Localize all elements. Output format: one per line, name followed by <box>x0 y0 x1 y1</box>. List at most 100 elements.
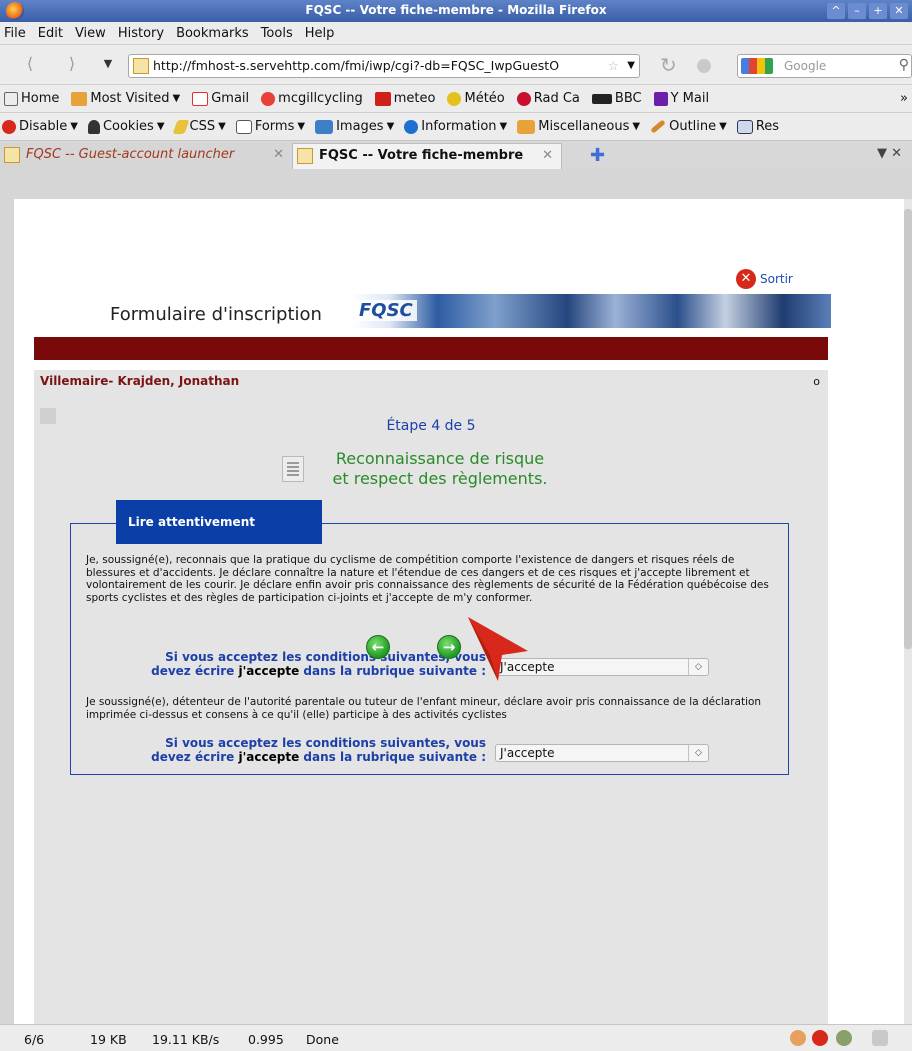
url-input[interactable]: http://fmhost-s.servehttp.com/fmi/iwp/cg… <box>128 54 640 78</box>
dev-resize[interactable]: Res <box>736 119 779 134</box>
exit-icon: ✕ <box>736 269 756 289</box>
window-maximize-icon[interactable]: + <box>869 3 887 19</box>
window-title: FQSC -- Votre fiche-membre - Mozilla Fir… <box>305 3 607 17</box>
status-count: 6/6 <box>24 1032 45 1047</box>
dev-images[interactable]: Images ▼ <box>315 119 394 134</box>
resize-grip-icon[interactable] <box>872 1030 888 1046</box>
chevron-down-icon: ▼ <box>218 121 226 132</box>
bookmark-meteo-accent[interactable]: Météo <box>447 91 505 106</box>
resize-icon <box>736 119 753 134</box>
tab-close-icon[interactable]: ✕ <box>542 144 553 168</box>
radio-canada-icon <box>516 91 531 106</box>
dev-cookies[interactable]: Cookies ▼ <box>87 119 165 134</box>
search-engine-icon[interactable] <box>741 58 773 74</box>
status-state: Done <box>306 1032 339 1047</box>
weather-icon <box>447 91 462 106</box>
forward-button[interactable]: ⟩ <box>60 54 84 76</box>
menu-view[interactable]: View <box>75 26 106 41</box>
tab-list-icon[interactable]: ▼ ✕ <box>877 146 902 161</box>
tab-close-icon[interactable]: ✕ <box>273 143 284 167</box>
menu-bookmarks[interactable]: Bookmarks <box>176 26 249 41</box>
addon-icon[interactable] <box>790 1030 806 1046</box>
back-button[interactable]: ⟨ <box>18 54 42 76</box>
information-icon <box>404 119 419 134</box>
sortir-label: Sortir <box>760 272 793 286</box>
dev-css[interactable]: CSS ▼ <box>171 119 226 134</box>
dev-forms[interactable]: Forms ▼ <box>235 119 306 134</box>
previous-step-button[interactable]: ← <box>366 635 390 659</box>
fmhost-favicon-icon <box>297 148 313 164</box>
url-text: http://fmhost-s.servehttp.com/fmi/iwp/cg… <box>153 58 560 73</box>
bookmark-mcgillcycling[interactable]: mcgillcycling <box>261 91 363 106</box>
dev-disable[interactable]: Disable ▼ <box>2 119 78 134</box>
step-indicator: Étape 4 de 5 <box>386 418 476 434</box>
fqsc-banner: FQSC <box>351 294 831 328</box>
window-close-icon[interactable]: ✕ <box>890 3 908 19</box>
window-minimize-icon[interactable]: – <box>848 3 866 19</box>
disable-icon <box>2 119 16 134</box>
history-dropdown-icon[interactable]: ▼ <box>96 57 120 79</box>
chevron-down-icon: ▼ <box>632 121 641 132</box>
dev-outline[interactable]: Outline ▼ <box>650 119 727 134</box>
form-content: Villemaire- Krajden, Jonathan o Étape 4 … <box>34 370 828 1024</box>
url-dropdown-icon[interactable]: ▼ <box>627 55 635 77</box>
form-title: Formulaire d'inscription <box>110 304 322 325</box>
acceptance-question-1: Si vous acceptez les conditions suivante… <box>151 650 486 678</box>
chevron-down-icon: ▼ <box>297 121 306 132</box>
fmhost-favicon-icon <box>4 147 20 163</box>
images-icon <box>315 119 334 134</box>
menu-edit[interactable]: Edit <box>38 26 63 41</box>
menu-file[interactable]: File <box>4 26 26 41</box>
chevron-down-icon: ▼ <box>386 121 395 132</box>
menu-help[interactable]: Help <box>305 26 335 41</box>
search-icon[interactable]: ⚲ <box>899 57 909 73</box>
stop-icon[interactable] <box>697 59 711 73</box>
css-icon <box>171 119 190 134</box>
folder-icon <box>71 91 88 106</box>
member-name: Villemaire- Krajden, Jonathan <box>40 374 240 388</box>
search-placeholder: Google <box>784 59 827 73</box>
adblock-icon[interactable] <box>812 1030 828 1046</box>
bookmark-ymail[interactable]: Y Mail <box>653 91 709 106</box>
conditions-box: Lire attentivement Je, soussigné(e), rec… <box>70 500 789 775</box>
bookmark-home[interactable]: Home <box>4 91 59 106</box>
acceptance-question-2: Si vous acceptez les conditions suivante… <box>151 736 486 764</box>
dev-information[interactable]: Information ▼ <box>404 119 507 134</box>
status-size: 19 KB <box>90 1032 127 1047</box>
new-tab-icon[interactable]: ✚ <box>590 145 605 166</box>
header-red-bar <box>34 337 828 360</box>
vertical-scrollbar[interactable] <box>904 199 912 1024</box>
dev-miscellaneous[interactable]: Miscellaneous ▼ <box>517 119 640 134</box>
bookmark-meteo[interactable]: meteo <box>374 91 435 106</box>
menu-tools[interactable]: Tools <box>261 26 293 41</box>
bookmark-radio-canada[interactable]: Rad Ca <box>516 91 580 106</box>
reload-icon[interactable]: ↻ <box>660 53 677 77</box>
bookmark-most-visited[interactable]: Most Visited ▼ <box>71 91 180 106</box>
bbc-icon <box>591 93 612 104</box>
mcgill-icon <box>261 91 276 106</box>
acceptance-select-2[interactable]: J'accepte ◇ <box>495 744 709 762</box>
search-input[interactable]: Google ⚲ <box>737 54 912 78</box>
chevron-down-icon: ▼ <box>719 121 727 132</box>
tab-guest-launcher[interactable]: FQSC -- Guest-account launcher ✕ <box>0 143 292 169</box>
firebug-icon[interactable] <box>836 1030 852 1046</box>
bookmark-bbc[interactable]: BBC <box>591 91 642 106</box>
chevron-down-icon: ▼ <box>70 121 78 132</box>
menu-history[interactable]: History <box>118 26 164 41</box>
bookmark-star-icon[interactable]: ☆ <box>608 55 619 77</box>
menu-bar: File Edit View History Bookmarks Tools H… <box>0 22 912 44</box>
status-bar: 6/6 19 KB 19.11 KB/s 0.995 Done <box>0 1024 912 1051</box>
cookies-icon <box>87 119 100 134</box>
bookmarks-overflow-icon[interactable]: » <box>900 91 908 106</box>
sortir-button[interactable]: ✕ Sortir <box>736 269 793 289</box>
bookmarks-toolbar: Home Most Visited ▼ Gmail mcgillcycling m… <box>0 84 912 112</box>
forms-icon <box>235 119 252 134</box>
site-favicon-icon <box>133 58 149 74</box>
tab-strip: FQSC -- Guest-account launcher ✕ FQSC --… <box>0 140 912 169</box>
sidebar-gap <box>0 168 14 1024</box>
window-shade-icon[interactable]: ^ <box>827 3 845 19</box>
tab-fiche-membre[interactable]: FQSC -- Votre fiche-membre ✕ <box>292 143 562 169</box>
maple-leaf-icon <box>374 91 391 106</box>
bookmark-gmail[interactable]: Gmail <box>192 91 249 106</box>
scrollbar-thumb[interactable] <box>904 209 912 649</box>
